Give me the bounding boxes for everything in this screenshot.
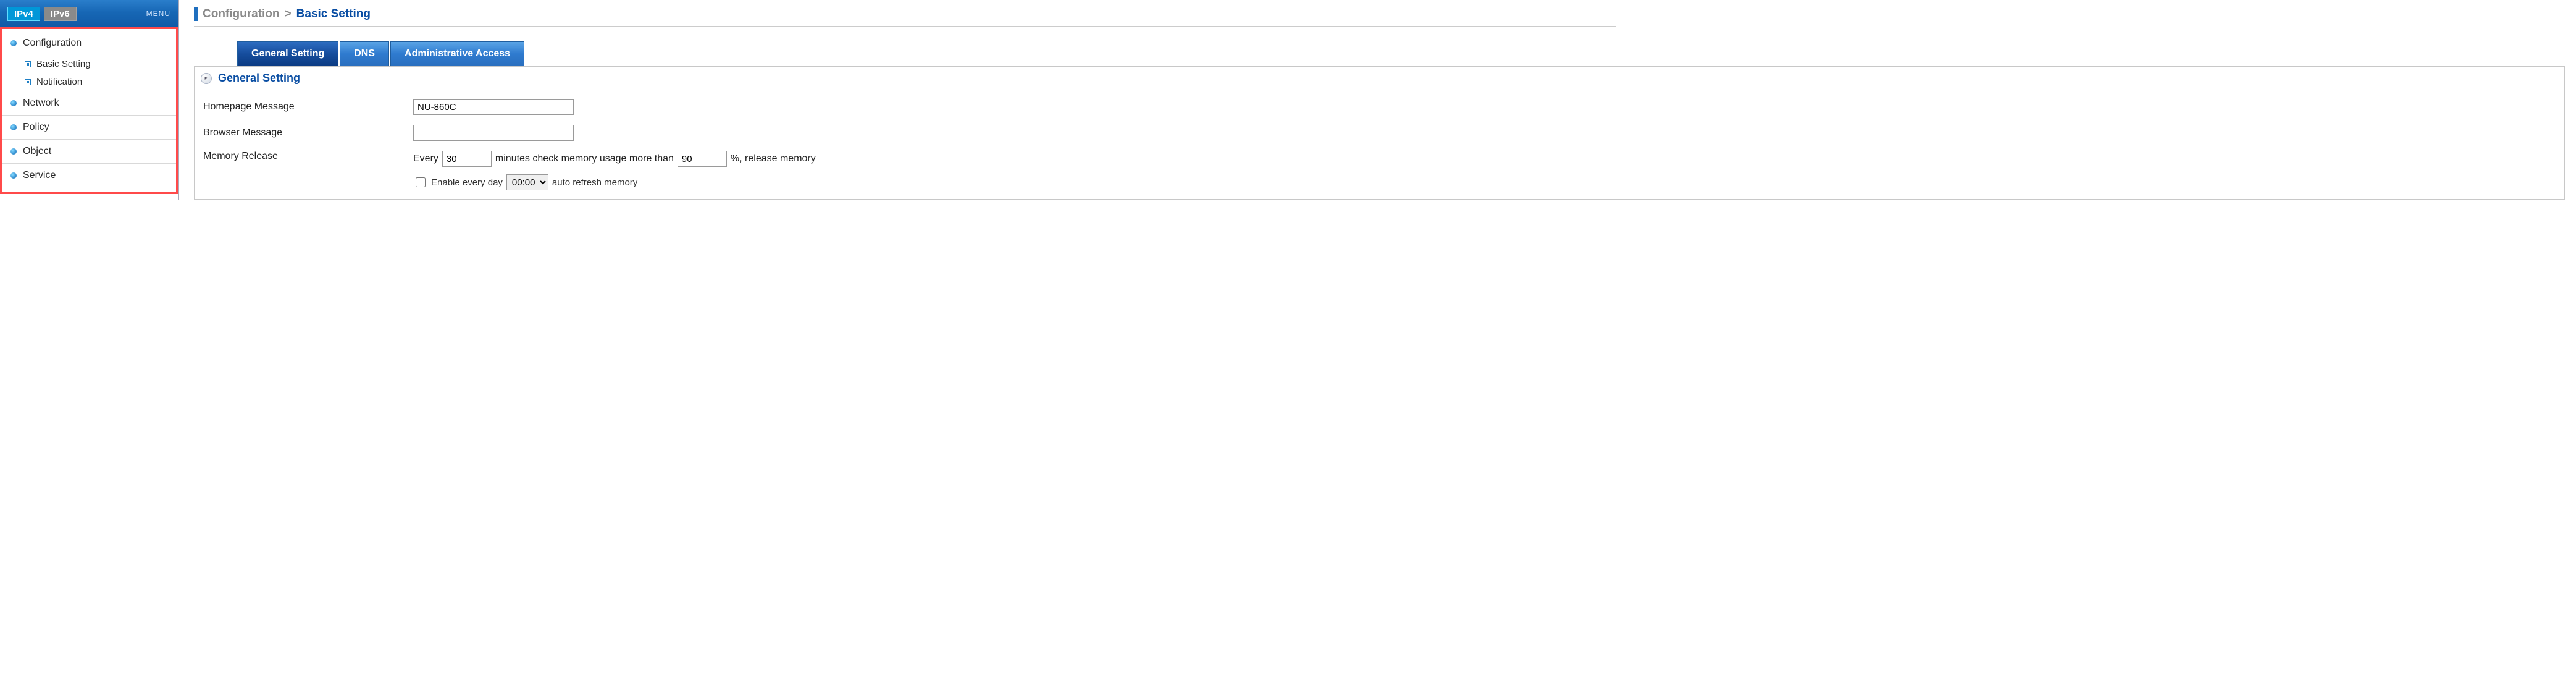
menu-label: MENU [146, 9, 170, 18]
enable-refresh-label-post: auto refresh memory [552, 177, 637, 188]
enable-auto-refresh-checkbox[interactable] [416, 177, 426, 187]
tab-dns[interactable]: DNS [340, 41, 389, 66]
enable-refresh-label-pre: Enable every day [431, 177, 503, 188]
nav-subitem-basic-setting[interactable]: Basic Setting [2, 55, 176, 73]
square-icon [25, 80, 30, 85]
panel-title: General Setting [218, 72, 300, 85]
homepage-message-input[interactable] [413, 99, 574, 115]
memory-release-label: Memory Release [203, 151, 413, 162]
memory-interval-input[interactable] [442, 151, 492, 167]
tab-administrative-access[interactable]: Administrative Access [390, 41, 524, 66]
memory-threshold-input[interactable] [678, 151, 727, 167]
panel-header: ▸ General Setting [195, 67, 2564, 90]
breadcrumb: Configuration > Basic Setting [194, 7, 1616, 27]
auto-refresh-time-select[interactable]: 00:00 [506, 174, 548, 190]
dot-icon [10, 100, 17, 106]
nav-item-label: Configuration [23, 38, 82, 49]
nav-subitem-label: Basic Setting [36, 59, 91, 69]
ipv4-toggle[interactable]: IPv4 [7, 7, 40, 21]
nav-subitem-notification[interactable]: Notification [2, 73, 176, 91]
panel-general-setting: ▸ General Setting Homepage Message Brows… [194, 66, 2565, 200]
nav-item-label: Network [23, 98, 59, 109]
dot-icon [10, 124, 17, 130]
main: Configuration > Basic Setting General Se… [179, 0, 2576, 200]
mem-text-mid: minutes check memory usage more than [495, 153, 674, 164]
nav-item-label: Object [23, 146, 51, 157]
ipv6-toggle[interactable]: IPv6 [44, 7, 77, 21]
nav-item-policy[interactable]: Policy [2, 116, 176, 139]
sidebar-header: IPv4 IPv6 MENU [0, 0, 178, 27]
nav-box: Configuration Basic Setting Notification… [0, 27, 178, 194]
square-icon [25, 62, 30, 67]
tab-row: General Setting DNS Administrative Acces… [237, 41, 2565, 66]
nav-item-label: Policy [23, 122, 49, 133]
nav-item-object[interactable]: Object [2, 140, 176, 163]
mem-text-tail: %, release memory [731, 153, 816, 164]
collapse-toggle-icon[interactable]: ▸ [201, 73, 212, 84]
dot-icon [10, 148, 17, 155]
nav-subitem-label: Notification [36, 77, 82, 87]
nav-item-configuration[interactable]: Configuration [2, 32, 176, 55]
breadcrumb-bar-icon [194, 7, 198, 21]
breadcrumb-separator: > [285, 7, 292, 21]
browser-message-input[interactable] [413, 125, 574, 141]
nav-item-network[interactable]: Network [2, 91, 176, 115]
nav-item-service[interactable]: Service [2, 164, 176, 187]
nav-item-label: Service [23, 170, 56, 181]
dot-icon [10, 40, 17, 46]
dot-icon [10, 172, 17, 179]
tab-general-setting[interactable]: General Setting [237, 41, 338, 66]
browser-message-label: Browser Message [203, 127, 413, 138]
mem-text-every: Every [413, 153, 438, 164]
breadcrumb-current: Basic Setting [296, 7, 371, 21]
breadcrumb-parent[interactable]: Configuration [203, 7, 280, 21]
homepage-message-label: Homepage Message [203, 101, 413, 112]
sidebar: IPv4 IPv6 MENU Configuration Basic Setti… [0, 0, 179, 200]
